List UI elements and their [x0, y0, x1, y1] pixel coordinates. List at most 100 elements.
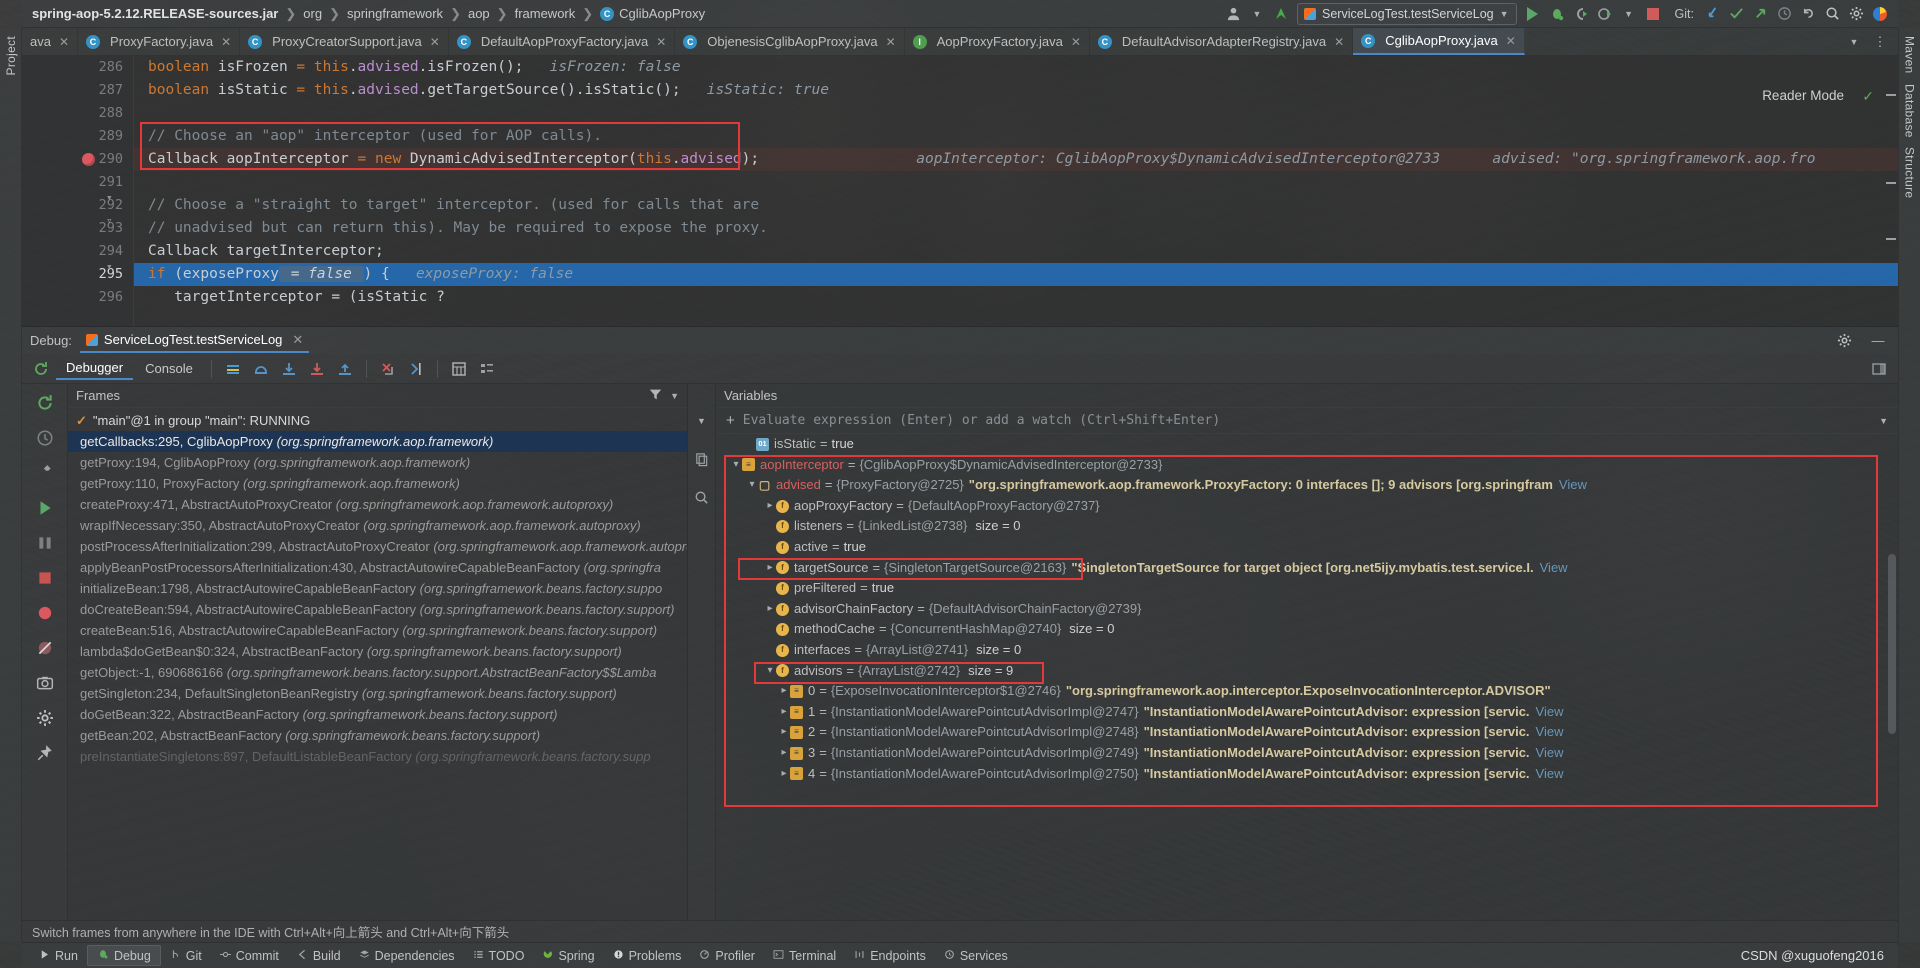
close-icon[interactable]: ✕ — [430, 35, 440, 49]
rerun-session-icon[interactable] — [34, 392, 56, 414]
variable-row-advisor-4[interactable]: ▸ ≡ 4 = {InstantiationModelAwarePointcut… — [716, 764, 1898, 785]
breadcrumb-class[interactable]: C CglibAopProxy — [600, 6, 705, 21]
code-line[interactable]: // Choose an "aop" interceptor (used for… — [134, 125, 1898, 148]
git-push-icon[interactable] — [1748, 3, 1772, 25]
editor-tab-defaultaopproxyfactory[interactable]: C DefaultAopProxyFactory.java ✕ — [449, 28, 676, 55]
variable-row-advisor-2[interactable]: ▸ ≡ 2 = {InstantiationModelAwarePointcut… — [716, 722, 1898, 743]
close-icon[interactable]: ✕ — [1334, 35, 1344, 49]
status-item-dependencies[interactable]: Dependencies — [350, 947, 464, 965]
status-item-git[interactable]: Git — [161, 947, 211, 965]
inspections-ok-icon[interactable]: ✓ — [1862, 88, 1874, 105]
status-item-terminal[interactable]: Terminal — [764, 947, 845, 965]
code-line[interactable]: boolean isStatic = this.advised.getTarge… — [134, 79, 1898, 102]
right-tool-strip[interactable]: Maven Database Structure — [1898, 28, 1920, 942]
stop-icon[interactable] — [34, 567, 56, 589]
variable-row-aopproxyfactory[interactable]: ▸ f aopProxyFactory = {DefaultAopProxyFa… — [716, 496, 1898, 517]
copy-icon[interactable] — [691, 448, 713, 470]
search-icon[interactable] — [1820, 3, 1844, 25]
left-tool-strip[interactable]: Project — [0, 28, 22, 942]
status-item-endpoints[interactable]: Endpoints — [845, 947, 935, 965]
chevron-down-icon[interactable]: ▼ — [1617, 3, 1641, 25]
minimize-icon[interactable]: — — [1866, 330, 1890, 352]
close-icon[interactable]: ✕ — [292, 332, 303, 348]
code-line[interactable] — [134, 102, 1898, 125]
code-fold-icon[interactable]: ▿ — [106, 214, 113, 227]
editor-tab-proxycreatorsupport[interactable]: C ProxyCreatorSupport.java ✕ — [240, 28, 449, 55]
expand-arrow-icon[interactable]: ▸ — [778, 702, 790, 723]
editor-tab-objenesiscglibaopproxy[interactable]: C ObjenesisCglibAopProxy.java ✕ — [675, 28, 905, 55]
status-item-profiler[interactable]: Profiler — [690, 947, 764, 965]
git-commit-check-icon[interactable] — [1724, 3, 1748, 25]
expand-arrow-icon[interactable]: ▸ — [764, 496, 776, 517]
code-line-current[interactable]: if (exposeProxy = false ) { exposeProxy:… — [134, 263, 1898, 286]
frame-row[interactable]: wrapIfNecessary:350, AbstractAutoProxyCr… — [68, 515, 687, 536]
tool-window-project[interactable]: Project — [4, 36, 18, 75]
code-line[interactable]: boolean isFrozen = this.advised.isFrozen… — [134, 56, 1898, 79]
frames-thread-row[interactable]: ✓ "main"@1 in group "main": RUNNING — [68, 410, 687, 431]
pin-icon[interactable] — [34, 742, 56, 764]
debug-session-tab[interactable]: ServiceLogTest.testServiceLog ✕ — [79, 329, 310, 353]
close-icon[interactable]: ✕ — [1071, 35, 1081, 49]
debugger-side-rail[interactable] — [22, 384, 68, 920]
close-icon[interactable]: ✕ — [59, 35, 69, 49]
variable-row-advised[interactable]: ▾ ▢ advised = {ProxyFactory@2725} "org.s… — [716, 475, 1898, 496]
settings-icon[interactable] — [1832, 330, 1856, 352]
breakpoint-icon[interactable] — [82, 153, 95, 166]
variable-row-targetsource[interactable]: ▸ f targetSource = {SingletonTargetSourc… — [716, 558, 1898, 579]
variables-side-rail[interactable]: ▼ — [688, 384, 716, 920]
frame-row[interactable]: getSingleton:234, DefaultSingletonBeanRe… — [68, 683, 687, 704]
gear-icon[interactable] — [34, 707, 56, 729]
status-item-build[interactable]: Build — [288, 947, 350, 965]
variable-row-advisor-3[interactable]: ▸ ≡ 3 = {InstantiationModelAwarePointcut… — [716, 743, 1898, 764]
close-icon[interactable]: ✕ — [656, 35, 666, 49]
evaluate-expression-bar[interactable]: + Evaluate expression (Enter) or add a w… — [716, 408, 1898, 434]
editor-tab-actions[interactable]: ▼ ⋮ — [1836, 28, 1898, 55]
breadcrumb-aop[interactable]: aop — [468, 6, 490, 21]
expand-arrow-icon[interactable]: ▸ — [778, 722, 790, 743]
git-pull-icon[interactable] — [1700, 3, 1724, 25]
variable-row-active[interactable]: f active = true — [716, 537, 1898, 558]
history-icon[interactable] — [1772, 3, 1796, 25]
show-execution-point-icon[interactable] — [220, 357, 246, 381]
frame-row[interactable]: createProxy:471, AbstractAutoProxyCreato… — [68, 494, 687, 515]
breadcrumb-springframework[interactable]: springframework — [347, 6, 443, 21]
view-link[interactable]: View — [1536, 702, 1564, 723]
code-fold-icon[interactable]: ▾ — [106, 191, 113, 204]
code-fold-icon[interactable]: ▾ — [106, 260, 113, 273]
frame-row[interactable]: getBean:202, AbstractBeanFactory (org.sp… — [68, 725, 687, 746]
frame-row[interactable]: postProcessAfterInitialization:299, Abst… — [68, 536, 687, 557]
run-configuration-selector[interactable]: ServiceLogTest.testServiceLog ▼ — [1297, 2, 1517, 25]
collapse-arrow-icon[interactable]: ▾ — [746, 475, 758, 496]
frames-list[interactable]: ✓ "main"@1 in group "main": RUNNING getCa… — [68, 408, 687, 920]
variables-tree[interactable]: 01 isStatic = true ▾ ≡ aopInterceptor = … — [716, 434, 1898, 920]
reader-mode-label[interactable]: Reader Mode — [1762, 88, 1844, 103]
code-line[interactable] — [134, 171, 1898, 194]
debug-header-actions[interactable]: — — [1832, 330, 1890, 352]
chevron-down-icon[interactable]: ▼ — [1879, 416, 1888, 426]
view-link[interactable]: View — [1536, 722, 1564, 743]
view-link[interactable]: View — [1536, 764, 1564, 785]
bottom-status-bar[interactable]: Run Debug Git Commit Build Dependencies … — [22, 942, 1898, 968]
code-editor[interactable]: 286 287 288 289 290 291 292 293 294 295 … — [22, 56, 1898, 326]
chevron-down-icon[interactable]: ▼ — [691, 410, 713, 432]
code-line[interactable]: // Choose a "straight to target" interce… — [134, 194, 1898, 217]
collapse-arrow-icon[interactable]: ▾ — [730, 455, 742, 476]
view-breakpoints-icon[interactable] — [34, 602, 56, 624]
editor-scrollbar[interactable] — [1884, 56, 1898, 326]
variable-row-advisor-0[interactable]: ▸ ≡ 0 = {ExposeInvocationInterceptor$1@2… — [716, 681, 1898, 702]
code-line-breakpoint[interactable]: Callback aopInterceptor = new DynamicAdv… — [134, 148, 1898, 171]
view-link[interactable]: View — [1540, 558, 1568, 579]
frame-row[interactable]: createBean:516, AbstractAutowireCapableB… — [68, 620, 687, 641]
variables-panel[interactable]: Variables + Evaluate expression (Enter) … — [716, 384, 1898, 920]
variable-row-methodcache[interactable]: f methodCache = {ConcurrentHashMap@2740}… — [716, 619, 1898, 640]
code-line[interactable]: // unadvised but can return this). May b… — [134, 217, 1898, 240]
resume-program-icon[interactable] — [34, 497, 56, 519]
pause-icon[interactable] — [34, 532, 56, 554]
variable-row-interfaces[interactable]: f interfaces = {ArrayList@2741} size = 0 — [716, 640, 1898, 661]
variable-row-isstatic[interactable]: 01 isStatic = true — [716, 434, 1898, 455]
filter-icon[interactable] — [649, 388, 662, 404]
force-step-into-icon[interactable] — [304, 357, 330, 381]
drop-frame-icon[interactable] — [375, 357, 401, 381]
status-item-debug[interactable]: Debug — [86, 945, 161, 966]
frame-row[interactable]: initializeBean:1798, AbstractAutowireCap… — [68, 578, 687, 599]
